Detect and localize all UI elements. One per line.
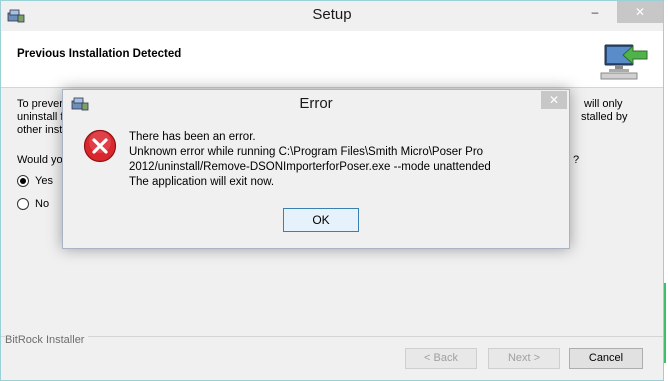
radio-yes-label: Yes [35,175,53,187]
radio-yes-indicator[interactable] [17,175,29,187]
title-bar: Setup – ✕ [1,1,663,31]
question-end: ? [573,154,580,166]
radio-no[interactable]: No [17,198,49,210]
back-button[interactable]: < Back [405,348,477,369]
close-button[interactable]: ✕ [617,1,663,23]
paragraph-line-3-left: other inst [17,124,63,136]
error-line-2: Unknown error while running C:\Program F… [129,146,484,158]
question-text: Would yo ? [17,154,579,166]
paragraph-line-1-right: will only [584,98,623,110]
error-message: There has been an error. Unknown error w… [129,130,549,190]
radio-no-indicator[interactable] [17,198,29,210]
installer-brand-label: BitRock Installer [5,334,89,346]
computer-arrow-icon [600,44,648,80]
wizard-header: Previous Installation Detected [1,31,663,88]
minimize-button[interactable]: – [573,1,617,23]
window-title: Setup [312,6,352,23]
radio-yes[interactable]: Yes [17,175,53,187]
radio-no-label: No [35,198,50,210]
error-line-1: There has been an error. [129,131,256,143]
error-line-3: 2012/uninstall/Remove-DSONImporterforPos… [129,161,491,173]
cancel-button[interactable]: Cancel [569,348,643,369]
paragraph-line-2-left: uninstall f [17,111,64,123]
question-fragment: Would yo [17,154,63,166]
error-dialog: Error ✕ There has been an error. Unknown… [62,89,570,249]
desktop-accent-mark [664,283,666,363]
error-icon [83,129,117,163]
dialog-body: There has been an error. Unknown error w… [69,118,563,244]
paragraph-line-1-left: To prever [17,98,63,110]
ok-button[interactable]: OK [283,208,359,232]
paragraph-line-2-right: stalled by [581,111,628,123]
page-title: Previous Installation Detected [17,48,182,60]
dialog-title: Error [299,95,333,112]
error-line-4: The application will exit now. [129,176,275,188]
footer-divider [1,336,663,337]
next-button[interactable]: Next > [488,348,560,369]
dialog-title-bar: Error ✕ [63,90,569,118]
desktop-edge [664,0,668,381]
dialog-close-button[interactable]: ✕ [541,91,567,109]
